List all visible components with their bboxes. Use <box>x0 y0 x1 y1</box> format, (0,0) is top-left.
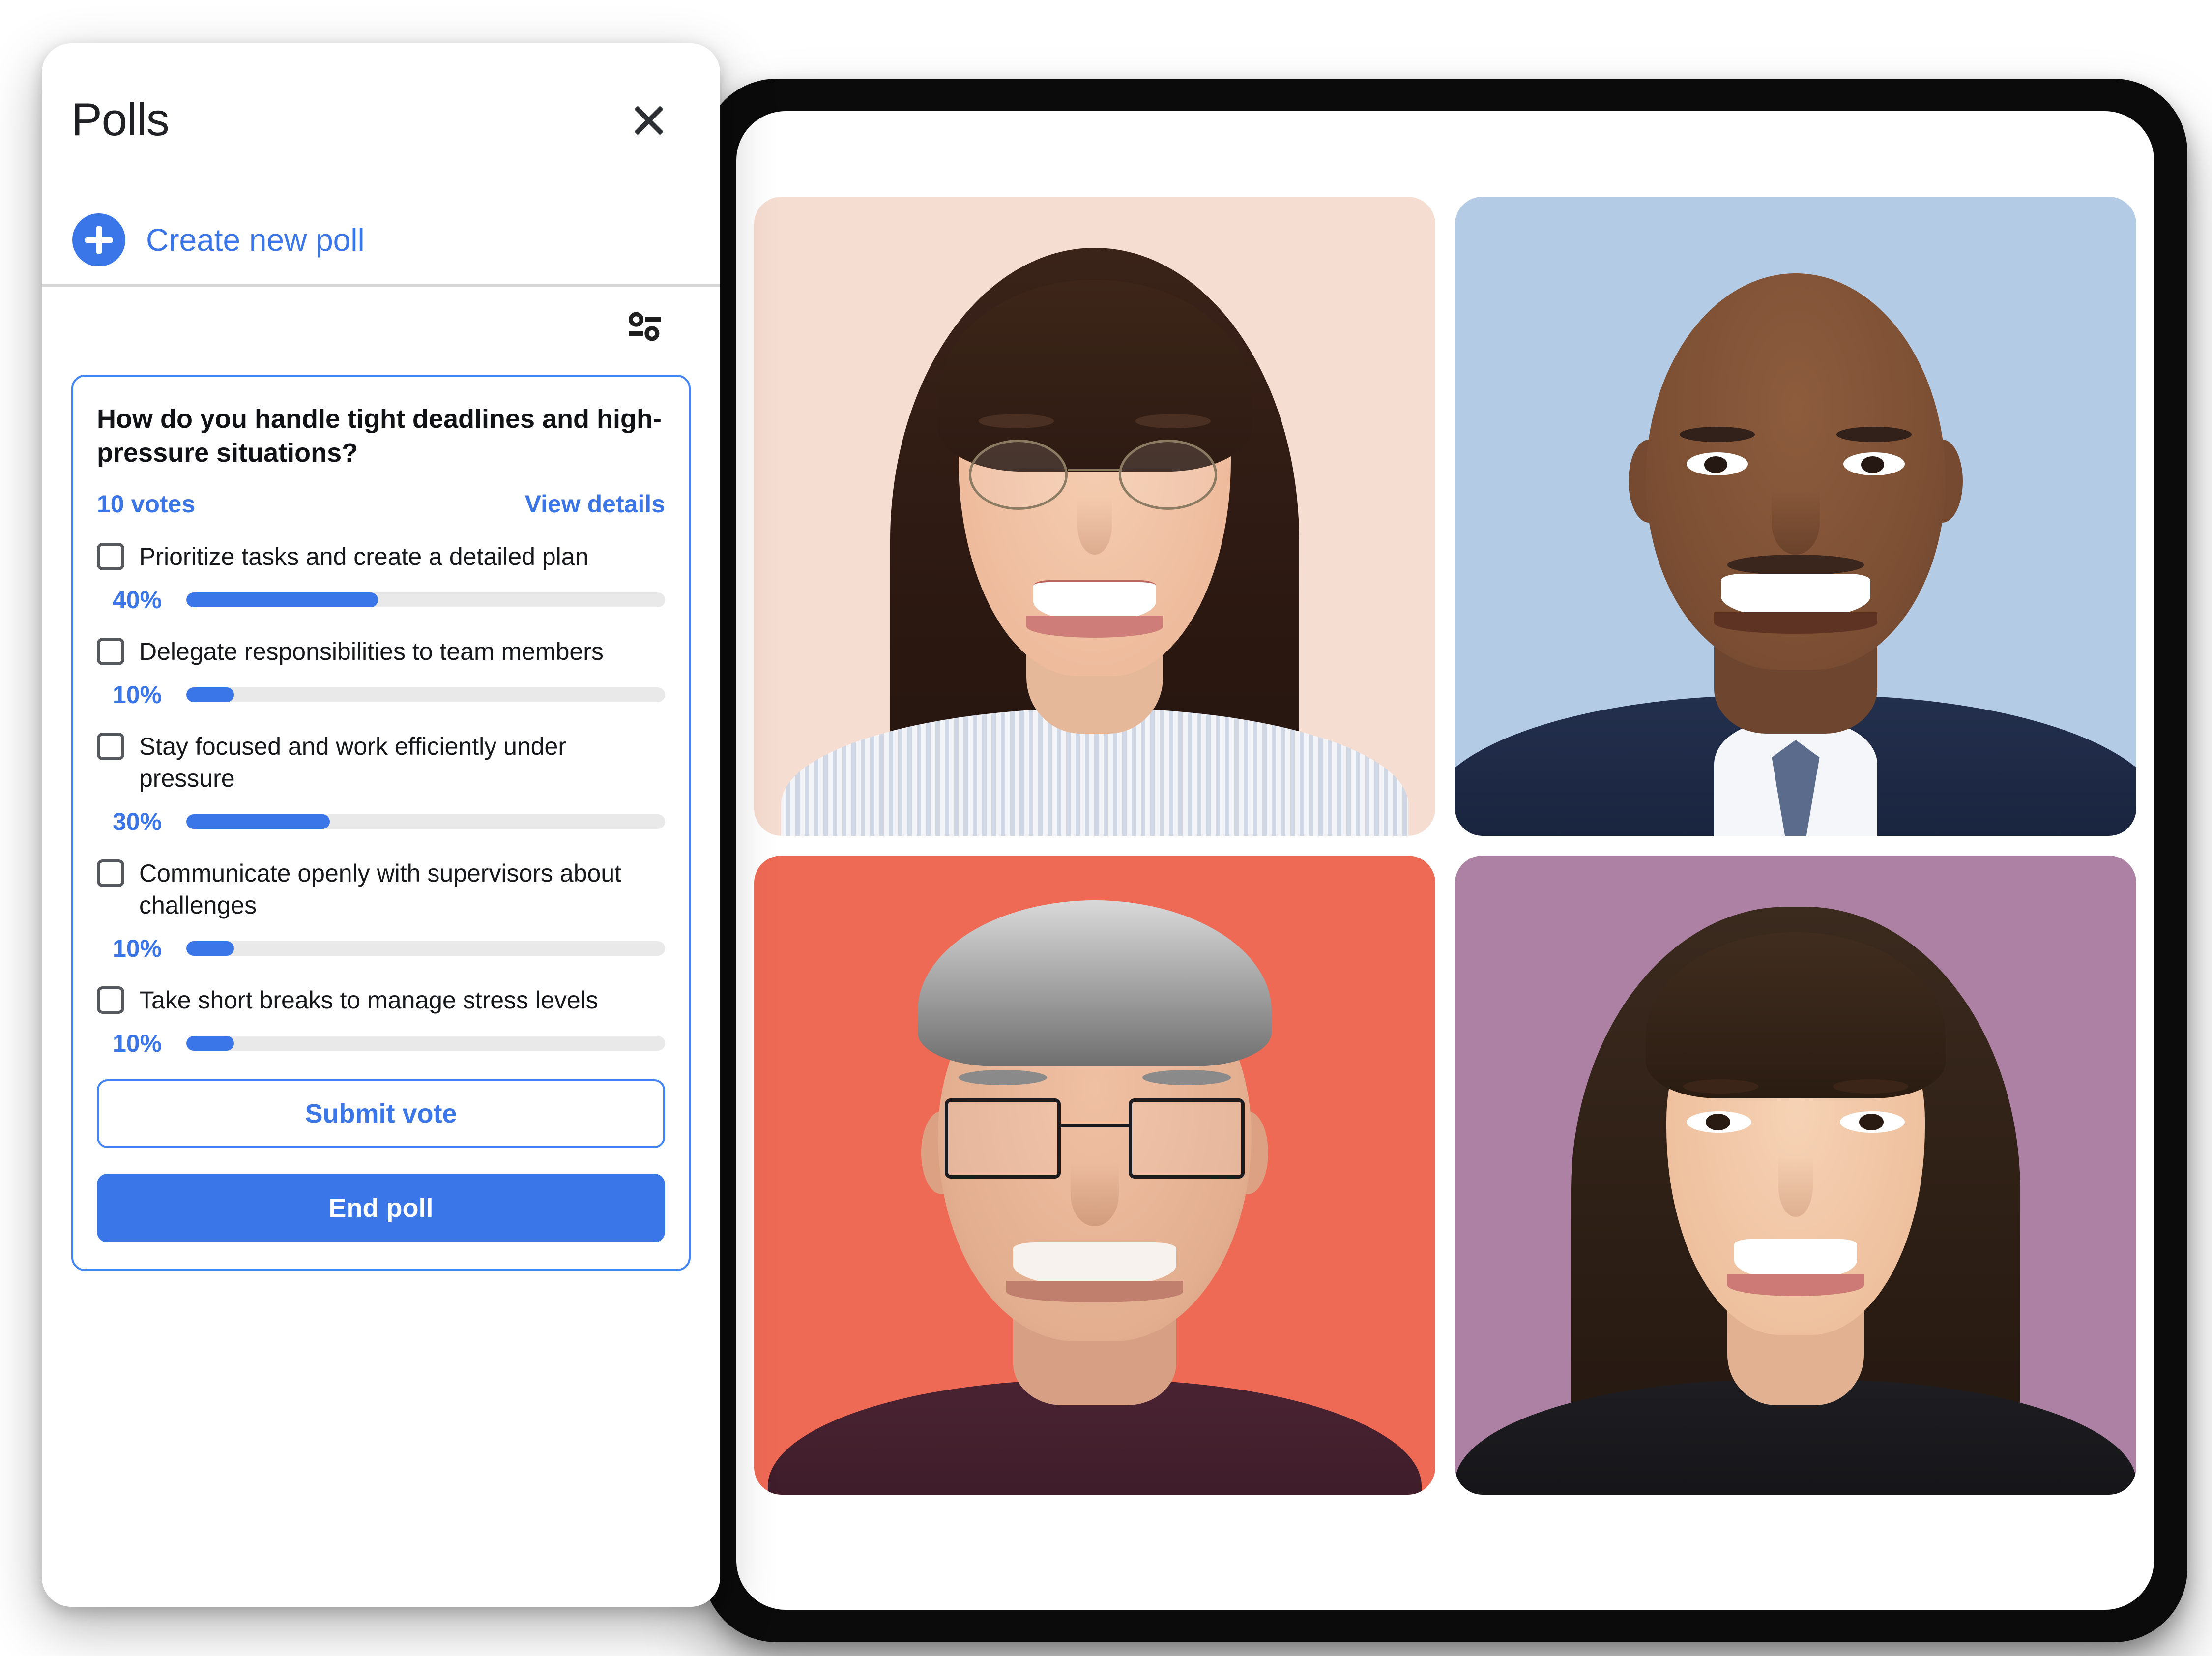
screenshot-root: Polls Create new poll How do you handle … <box>0 0 2212 1656</box>
avatar-nose <box>1077 497 1112 555</box>
polls-panel: Polls Create new poll How do you handle … <box>42 43 720 1607</box>
avatar-brow-right <box>1836 427 1912 443</box>
end-poll-button[interactable]: End poll <box>97 1174 665 1243</box>
poll-option-progress-track <box>186 687 665 703</box>
poll-card: How do you handle tight deadlines and hi… <box>71 375 691 1272</box>
participant-tile-1[interactable] <box>754 197 1435 836</box>
poll-option-progress-fill <box>186 814 330 829</box>
poll-option-checkbox[interactable] <box>97 986 124 1014</box>
poll-option: Stay focused and work efficiently under … <box>97 731 665 836</box>
avatar-brow-left <box>1680 427 1755 443</box>
avatar-brow-left <box>979 414 1054 428</box>
poll-option-result: 10% <box>97 680 665 709</box>
poll-option-label: Delegate responsibilities to team member… <box>139 638 604 666</box>
poll-option-progress-track <box>186 941 665 956</box>
poll-option-progress-track <box>186 814 665 829</box>
avatar-brow-left <box>958 1069 1047 1085</box>
poll-option-label: Stay focused and work efficiently under … <box>139 733 567 793</box>
avatar-pupil-left <box>1706 1114 1730 1130</box>
video-tile-grid <box>736 197 2154 1524</box>
poll-option-progress-fill <box>186 687 234 703</box>
avatar-glasses-left <box>945 1098 1061 1179</box>
create-new-poll-button[interactable]: Create new poll <box>42 196 720 284</box>
poll-option-percent: 10% <box>113 935 162 963</box>
poll-question: How do you handle tight deadlines and hi… <box>97 404 662 468</box>
poll-option-percent: 40% <box>113 586 162 614</box>
participant-tile-2[interactable] <box>1455 197 2136 836</box>
poll-option-result: 10% <box>97 1029 665 1058</box>
avatar-brow-left <box>1683 1079 1758 1094</box>
poll-option-percent: 30% <box>113 808 162 836</box>
poll-option-result: 10% <box>97 934 665 963</box>
poll-option: Prioritize tasks and create a detailed p… <box>97 541 665 614</box>
poll-option-header: Communicate openly with supervisors abou… <box>97 858 665 921</box>
avatar-pupil-right <box>1859 1114 1884 1130</box>
poll-options-list: Prioritize tasks and create a detailed p… <box>97 541 665 1058</box>
tune-icon[interactable] <box>624 305 666 348</box>
participant-tile-4[interactable] <box>1455 856 2136 1495</box>
avatar-mouth <box>1013 1242 1177 1287</box>
poll-option-result: 40% <box>97 586 665 614</box>
poll-option-progress-track <box>186 1036 665 1051</box>
avatar-lower-lip <box>1727 1274 1864 1296</box>
avatar-glasses-bridge <box>1060 1124 1129 1127</box>
close-icon[interactable] <box>627 97 671 142</box>
page-title: Polls <box>71 93 170 145</box>
poll-option-progress-fill <box>186 941 234 956</box>
poll-option: Delegate responsibilities to team member… <box>97 636 665 709</box>
poll-option-header: Delegate responsibilities to team member… <box>97 636 665 668</box>
avatar-moustache <box>1727 555 1864 575</box>
poll-option-checkbox[interactable] <box>97 859 124 887</box>
poll-settings-row <box>42 287 720 366</box>
poll-option-result: 30% <box>97 807 665 836</box>
poll-option-label: Take short breaks to manage stress level… <box>139 986 598 1014</box>
avatar-glasses-right <box>1129 1098 1245 1179</box>
avatar-nose <box>1772 491 1820 555</box>
avatar-lower-lip <box>1026 615 1163 638</box>
avatar-pupil-left <box>1704 456 1728 473</box>
poll-option-progress-fill <box>186 1036 234 1051</box>
poll-option-progress-fill <box>186 592 378 608</box>
poll-option-label: Communicate openly with supervisors abou… <box>139 859 622 919</box>
poll-meta-row: 10 votes View details <box>97 490 665 518</box>
poll-option-header: Prioritize tasks and create a detailed p… <box>97 541 665 573</box>
poll-option-percent: 10% <box>113 681 162 709</box>
poll-option: Communicate openly with supervisors abou… <box>97 858 665 963</box>
poll-option: Take short breaks to manage stress level… <box>97 984 665 1058</box>
poll-option-progress-track <box>186 592 665 608</box>
avatar-pupil-right <box>1861 456 1885 473</box>
create-new-poll-label: Create new poll <box>146 222 365 258</box>
poll-option-checkbox[interactable] <box>97 638 124 666</box>
avatar-lower-lip <box>1006 1280 1184 1302</box>
vote-count: 10 votes <box>97 490 196 518</box>
avatar-brow-right <box>1142 1069 1231 1085</box>
avatar-nose <box>1071 1162 1119 1226</box>
avatar-glasses-right <box>1118 440 1218 510</box>
avatar-brow-right <box>1833 1079 1908 1094</box>
submit-vote-button[interactable]: Submit vote <box>97 1079 665 1149</box>
polls-panel-header: Polls <box>42 43 720 196</box>
avatar-brow-right <box>1135 414 1211 428</box>
participant-tile-3[interactable] <box>754 856 1435 1495</box>
avatar-glasses-bridge <box>1067 468 1122 471</box>
poll-option-percent: 10% <box>113 1030 162 1058</box>
plus-icon <box>72 213 125 266</box>
avatar-nose <box>1778 1156 1813 1217</box>
avatar-glasses-left <box>968 440 1068 510</box>
poll-option-header: Take short breaks to manage stress level… <box>97 984 665 1016</box>
avatar-lower-lip <box>1714 612 1878 634</box>
poll-option-label: Prioritize tasks and create a detailed p… <box>139 543 589 571</box>
poll-option-header: Stay focused and work efficiently under … <box>97 731 665 795</box>
poll-option-checkbox[interactable] <box>97 543 124 571</box>
view-details-link[interactable]: View details <box>525 490 665 518</box>
poll-option-checkbox[interactable] <box>97 733 124 761</box>
